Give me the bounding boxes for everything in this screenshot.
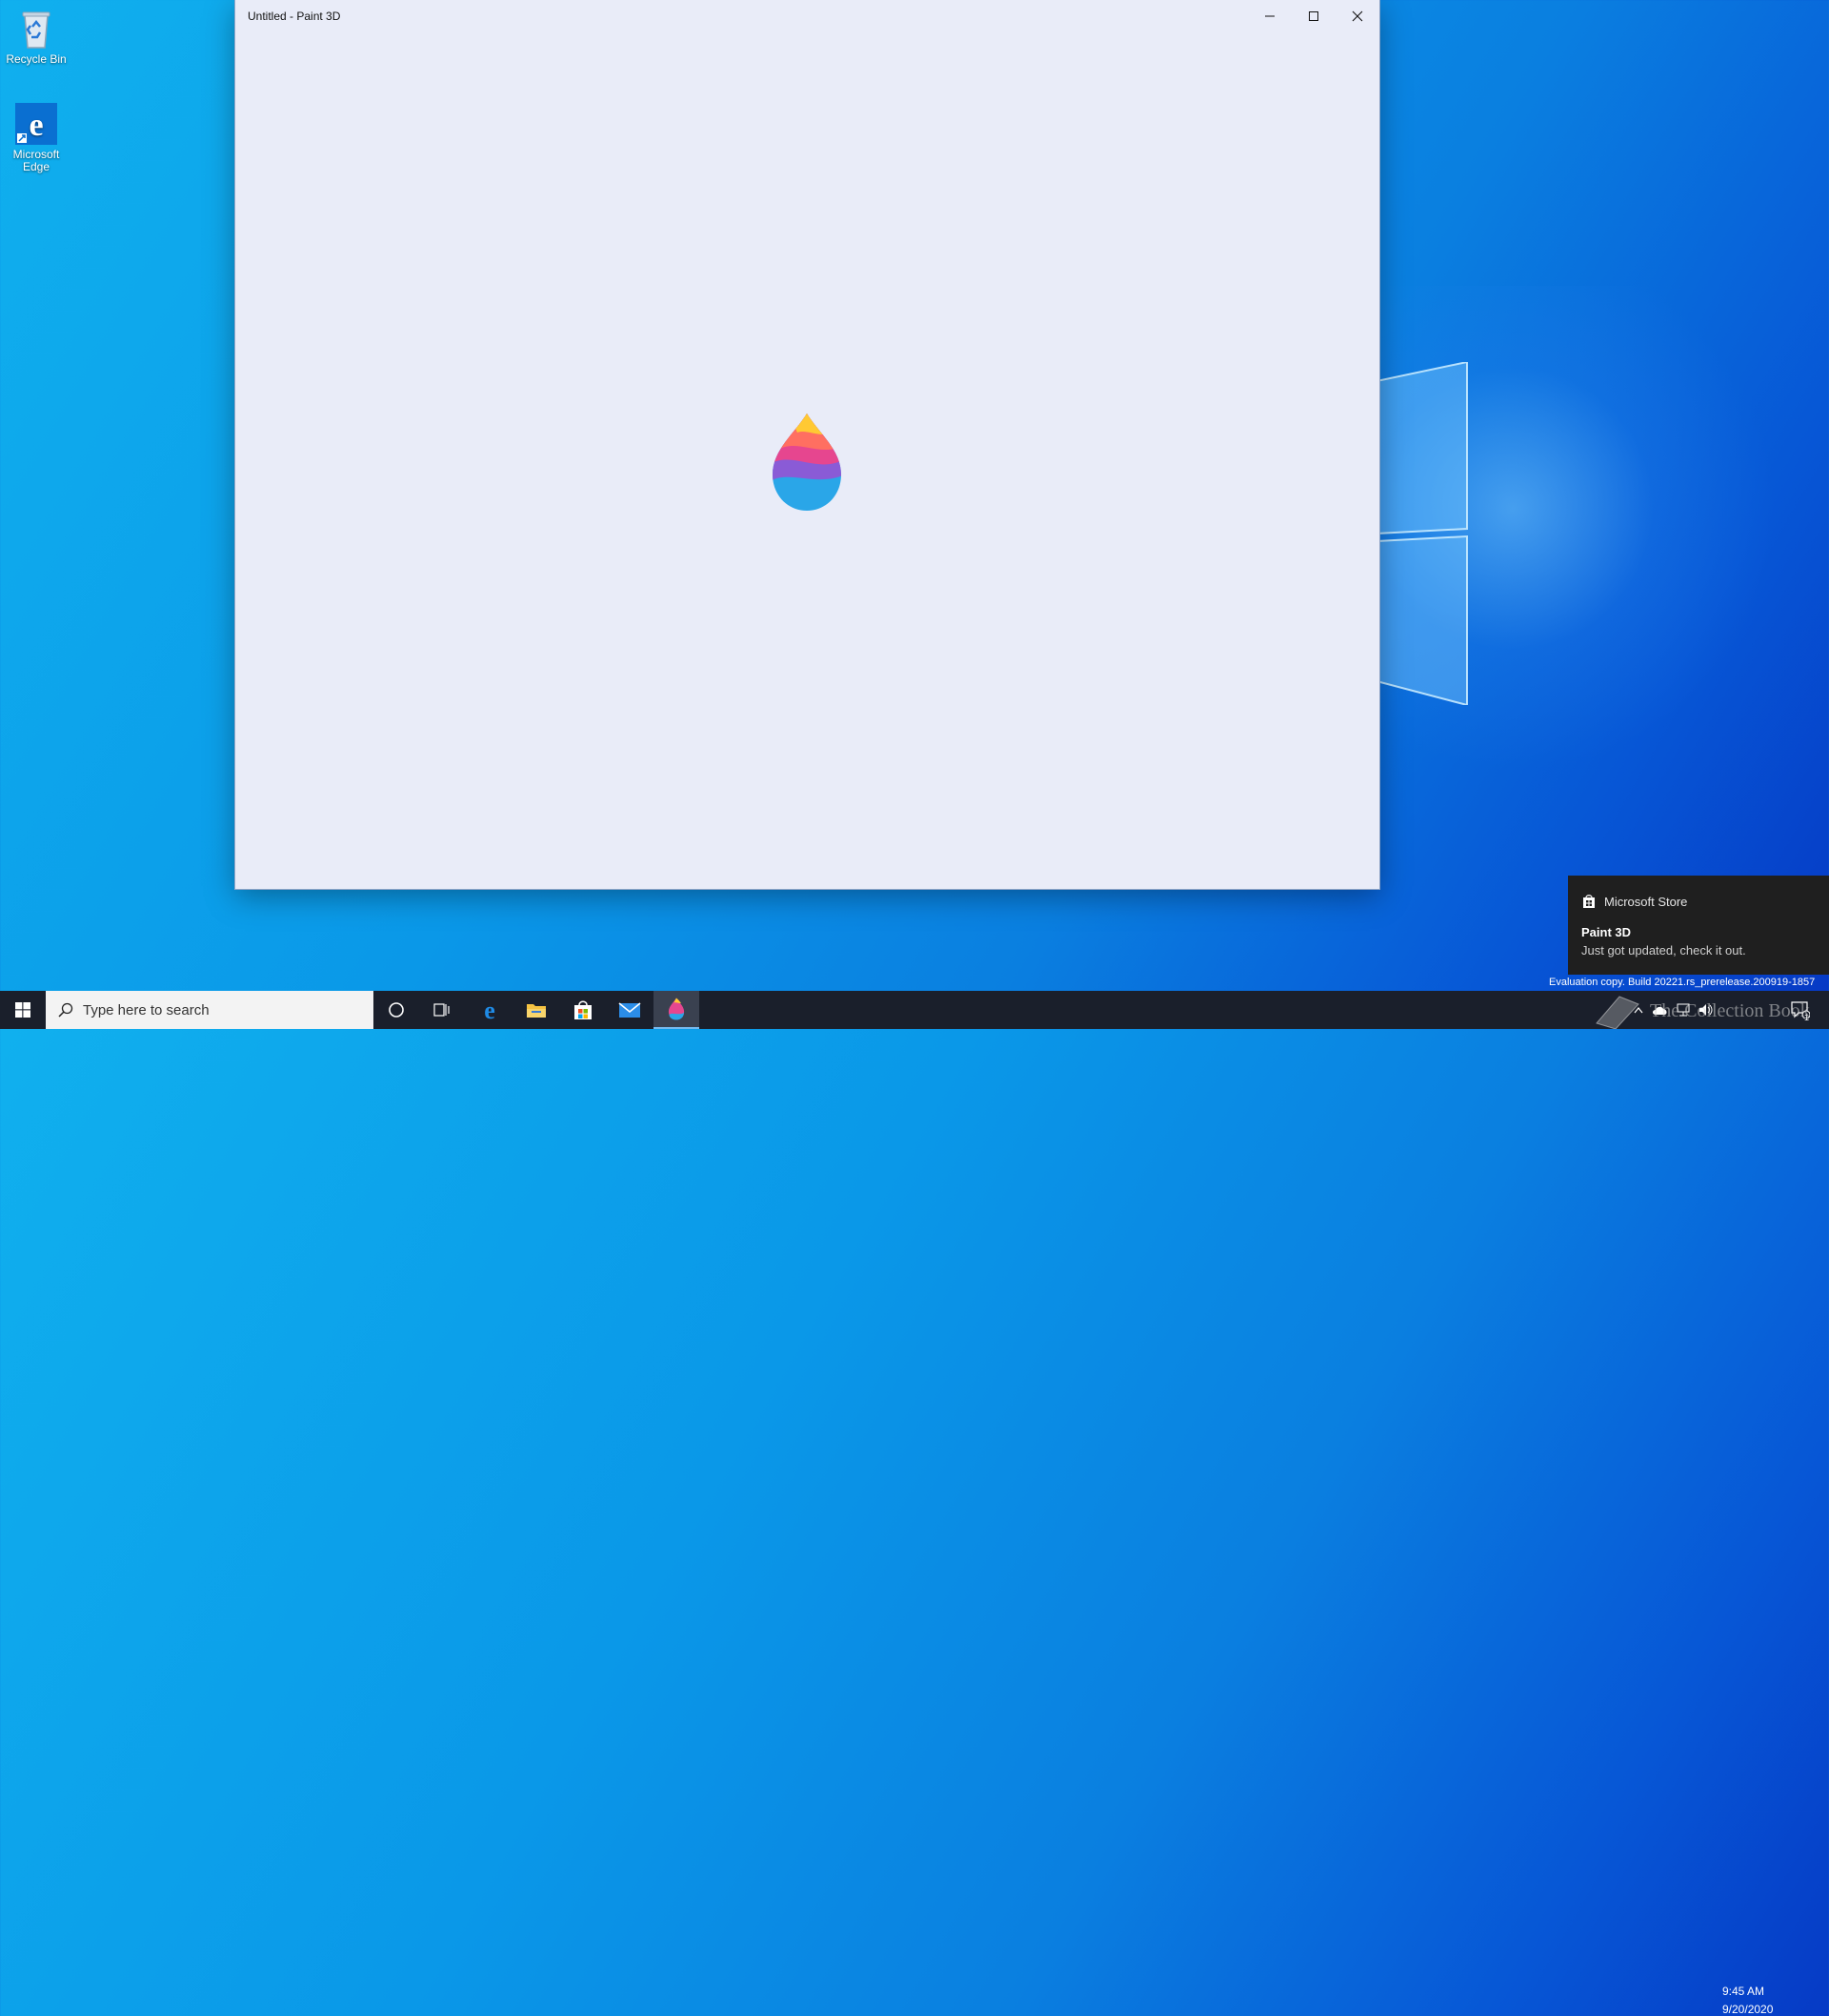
cortana-icon (389, 1002, 404, 1018)
notification-app-name: Microsoft Store (1604, 895, 1688, 909)
minimize-icon (1265, 15, 1275, 16)
desktop-icon-recycle-bin[interactable]: Recycle Bin (3, 6, 70, 66)
window-titlebar[interactable]: Untitled - Paint 3D (235, 0, 1379, 31)
taskbar-store[interactable] (560, 991, 606, 1029)
paint3d-window[interactable]: Untitled - Paint 3D (235, 0, 1379, 889)
paint3d-splash-logo (773, 413, 841, 511)
recycle-bin-icon (13, 6, 59, 51)
recycle-bin-label: Recycle Bin (6, 52, 67, 66)
start-button[interactable] (0, 991, 46, 1029)
close-icon (1352, 10, 1363, 21)
maximize-icon (1309, 10, 1318, 21)
notification-toast[interactable]: Microsoft Store Paint 3D Just got update… (1568, 876, 1829, 975)
cortana-button[interactable] (373, 991, 419, 1029)
task-view-icon (433, 1003, 450, 1017)
evaluation-watermark: Evaluation copy. Build 20221.rs_prerelea… (1549, 977, 1816, 988)
store-icon (1583, 895, 1595, 908)
notification-body: Just got updated, check it out. (1581, 943, 1746, 958)
edge-icon: e (484, 998, 495, 1021)
svg-text:e: e (29, 108, 43, 143)
edge-label: Microsoft Edge (12, 148, 60, 173)
notification-title: Paint 3D (1581, 925, 1632, 939)
minimize-button[interactable] (1248, 0, 1292, 31)
desktop-icon-microsoft-edge[interactable]: e Microsoft Edge (3, 101, 70, 173)
collection-book-watermark: The Collection Book (1593, 991, 1829, 1029)
close-button[interactable] (1336, 0, 1379, 31)
taskbar-paint3d-active[interactable] (653, 991, 699, 1029)
search-icon (58, 1002, 73, 1018)
taskbar-mail[interactable] (607, 991, 653, 1029)
taskbar-edge[interactable]: e (467, 991, 513, 1029)
file-explorer-icon (527, 1004, 546, 1018)
windows-start-icon (15, 1002, 30, 1018)
taskbar: Type here to search e 9:45 AM 9/20/2020 … (0, 991, 1829, 2016)
edge-shortcut-icon: e (13, 101, 59, 147)
collection-book-text: The Collection Book (1650, 1000, 1810, 1021)
svg-text:e: e (484, 998, 495, 1021)
mail-icon (618, 1002, 641, 1018)
paint3d-icon (668, 998, 685, 1020)
store-icon (574, 1000, 592, 1019)
maximize-button[interactable] (1292, 0, 1336, 31)
clock-date[interactable]: 9/20/2020 (1722, 2003, 1773, 2016)
clock-time[interactable]: 9:45 AM (1722, 1985, 1764, 1998)
taskbar-search-box[interactable]: Type here to search (46, 991, 373, 1029)
search-placeholder: Type here to search (83, 1001, 210, 1018)
window-title: Untitled - Paint 3D (248, 10, 341, 23)
task-view-button[interactable] (419, 991, 465, 1029)
book-watermark-icon (1596, 996, 1639, 1029)
taskbar-file-explorer[interactable] (513, 991, 559, 1029)
windows-wallpaper-logo (1377, 362, 1468, 705)
